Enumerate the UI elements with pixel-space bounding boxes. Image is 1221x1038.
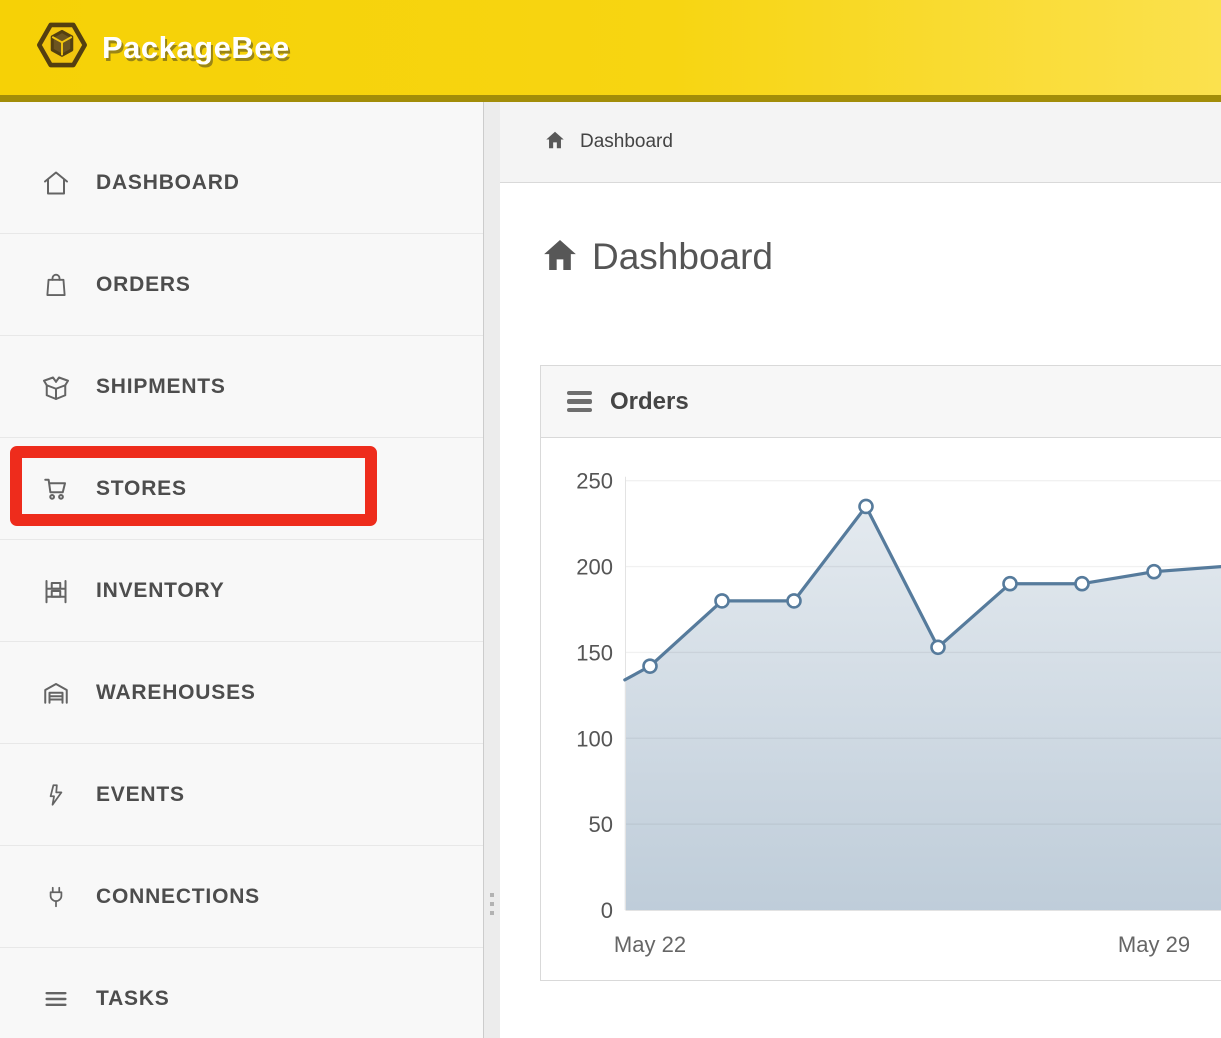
- packagebee-app: PackageBee DASHBOARD: [0, 0, 1221, 1038]
- sidebar-item-tasks[interactable]: TASKS: [0, 948, 483, 1038]
- page-title: Dashboard: [592, 236, 773, 278]
- sidebar-item-shipments[interactable]: SHIPMENTS: [0, 336, 483, 438]
- sidebar-splitter[interactable]: [484, 102, 500, 1038]
- sidebar-item-orders[interactable]: ORDERS: [0, 234, 483, 336]
- orders-card: Orders 0 50 100 150 200 250 May 22 May 29: [540, 365, 1221, 981]
- orders-chart: 0 50 100 150 200 250 May 22 May 29: [541, 438, 1221, 980]
- home-icon: [40, 167, 72, 199]
- brand[interactable]: PackageBee: [36, 19, 290, 76]
- lightning-bolt-icon: [40, 779, 72, 811]
- home-icon: [540, 235, 580, 280]
- svg-text:0: 0: [601, 898, 613, 923]
- header-accent-strip: [0, 95, 1221, 102]
- sidebar-item-warehouses[interactable]: WAREHOUSES: [0, 642, 483, 744]
- sidebar-item-label: DASHBOARD: [96, 171, 240, 195]
- shopping-bag-icon: [40, 269, 72, 301]
- sidebar-item-label: ORDERS: [96, 273, 191, 297]
- svg-text:250: 250: [576, 469, 613, 494]
- breadcrumb: Dashboard: [500, 102, 1221, 183]
- svg-text:50: 50: [589, 812, 613, 837]
- svg-text:100: 100: [576, 726, 613, 751]
- sidebar-item-events[interactable]: EVENTS: [0, 744, 483, 846]
- svg-text:May 22: May 22: [614, 932, 686, 957]
- sidebar-item-stores[interactable]: STORES: [0, 438, 483, 540]
- svg-text:150: 150: [576, 640, 613, 665]
- sidebar-item-inventory[interactable]: INVENTORY: [0, 540, 483, 642]
- hamburger-icon[interactable]: [567, 391, 592, 413]
- page-heading: Dashboard: [540, 225, 1221, 289]
- warehouse-icon: [40, 677, 72, 709]
- hexagon-cube-logo-icon: [36, 19, 88, 76]
- sidebar-nav: DASHBOARD ORDERS: [0, 102, 483, 1038]
- sidebar-item-label: TASKS: [96, 987, 170, 1011]
- home-icon: [544, 129, 566, 156]
- shopping-cart-icon: [40, 473, 72, 505]
- main-content: Dashboard Dashboard Orders 0 50 100 150 200 2…: [500, 102, 1221, 1038]
- sidebar: DASHBOARD ORDERS: [0, 102, 484, 1038]
- breadcrumb-item-dashboard[interactable]: Dashboard: [544, 129, 673, 156]
- list-icon: [40, 983, 72, 1015]
- splitter-handle-icon[interactable]: [490, 893, 494, 915]
- sidebar-item-label: INVENTORY: [96, 579, 225, 603]
- sidebar-item-label: WAREHOUSES: [96, 681, 256, 705]
- open-package-icon: [40, 371, 72, 403]
- breadcrumb-label: Dashboard: [580, 131, 673, 153]
- plug-icon: [40, 881, 72, 913]
- sidebar-item-label: SHIPMENTS: [96, 375, 226, 399]
- app-header: PackageBee: [0, 0, 1221, 95]
- orders-card-title: Orders: [610, 388, 689, 416]
- sidebar-item-connections[interactable]: CONNECTIONS: [0, 846, 483, 948]
- sidebar-item-label: EVENTS: [96, 783, 185, 807]
- shelf-icon: [40, 575, 72, 607]
- svg-text:May 29: May 29: [1118, 932, 1190, 957]
- orders-card-header: Orders: [541, 366, 1221, 438]
- svg-text:200: 200: [576, 555, 613, 580]
- sidebar-item-label: STORES: [96, 477, 187, 501]
- brand-title: PackageBee: [102, 30, 290, 66]
- sidebar-item-dashboard[interactable]: DASHBOARD: [0, 132, 483, 234]
- sidebar-item-label: CONNECTIONS: [96, 885, 260, 909]
